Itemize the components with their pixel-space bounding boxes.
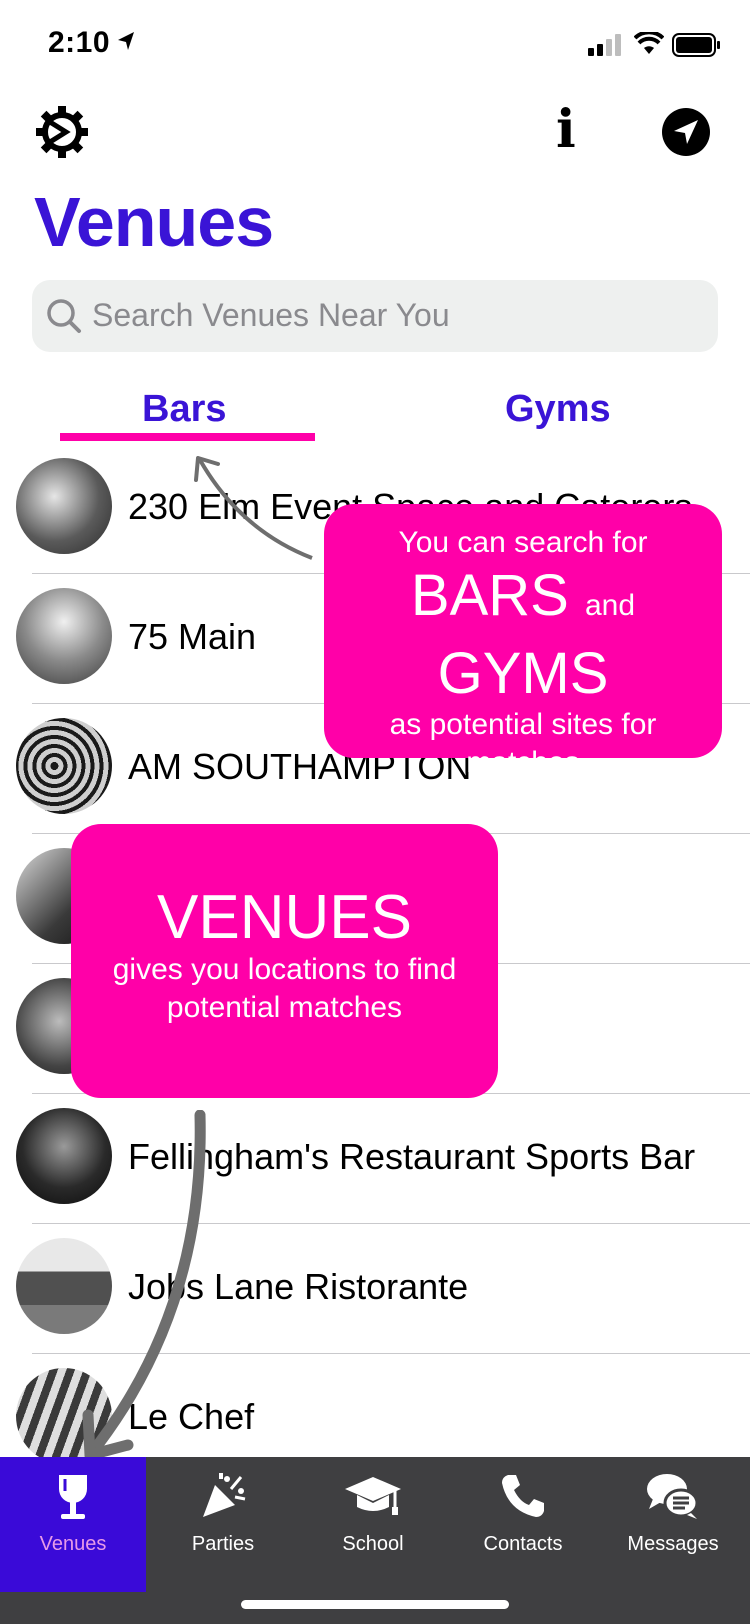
- tab-messages[interactable]: Messages: [600, 1457, 746, 1592]
- tutorial-callout-search: You can search for BARS and GYMS as pote…: [324, 504, 722, 779]
- bottom-tab-bar: Venues Parties School Contacts Messages: [0, 1457, 750, 1624]
- page-title: Venues: [34, 183, 274, 261]
- phone-icon: [502, 1475, 544, 1517]
- tutorial-callout-venues: VENUES gives you locations to find poten…: [71, 824, 498, 1098]
- callout-line: matches: [466, 746, 580, 779]
- chat-bubbles-icon: [647, 1474, 699, 1519]
- cellular-signal-icon: [588, 34, 621, 56]
- search-icon: [47, 299, 81, 333]
- tab-gyms[interactable]: Gyms: [505, 388, 611, 431]
- callout-line: as potential sites for: [389, 708, 657, 741]
- info-icon[interactable]: i: [556, 104, 576, 156]
- venue-photo: [16, 588, 112, 684]
- tab-parties[interactable]: Parties: [150, 1457, 296, 1592]
- tab-contacts[interactable]: Contacts: [450, 1457, 596, 1592]
- status-time: 2:10: [48, 26, 111, 59]
- tab-label: School: [342, 1533, 404, 1555]
- callout-heading: VENUES: [157, 883, 412, 952]
- tab-label: Venues: [39, 1533, 107, 1555]
- callout-bars: BARS: [410, 563, 569, 628]
- callout-line: You can search for: [398, 526, 648, 559]
- venue-name: 75 Main: [128, 616, 257, 657]
- venue-photo: [16, 458, 112, 554]
- callout-headline: BARS and GYMS: [324, 562, 722, 708]
- callout-gyms: GYMS: [437, 641, 609, 706]
- search-input[interactable]: Search Venues Near You: [32, 280, 718, 352]
- tab-label: Parties: [191, 1533, 255, 1555]
- home-indicator[interactable]: [241, 1600, 509, 1609]
- wifi-icon: [634, 32, 664, 54]
- tutorial-arrow-to-venues-tab: [82, 1110, 206, 1461]
- tab-label: Contacts: [483, 1533, 563, 1555]
- battery-icon: [672, 33, 720, 57]
- gear-icon[interactable]: [36, 106, 88, 158]
- search-placeholder: Search Venues Near You: [92, 297, 450, 333]
- party-popper-icon: [203, 1473, 246, 1517]
- callout-line: gives you locations to find: [112, 953, 457, 986]
- graduation-cap-icon: [345, 1477, 401, 1515]
- venue-photo: [16, 718, 112, 814]
- tab-venues[interactable]: Venues: [0, 1457, 146, 1592]
- tab-label: Messages: [627, 1533, 719, 1555]
- callout-line: potential matches: [166, 991, 403, 1024]
- navigation-icon[interactable]: [662, 108, 710, 156]
- callout-and: and: [585, 589, 636, 622]
- wine-glass-icon: [59, 1475, 87, 1519]
- tutorial-arrow-to-tabs: [194, 456, 313, 560]
- tab-school[interactable]: School: [300, 1457, 446, 1592]
- tab-bars[interactable]: Bars: [142, 388, 227, 431]
- location-arrow-icon: [118, 32, 134, 50]
